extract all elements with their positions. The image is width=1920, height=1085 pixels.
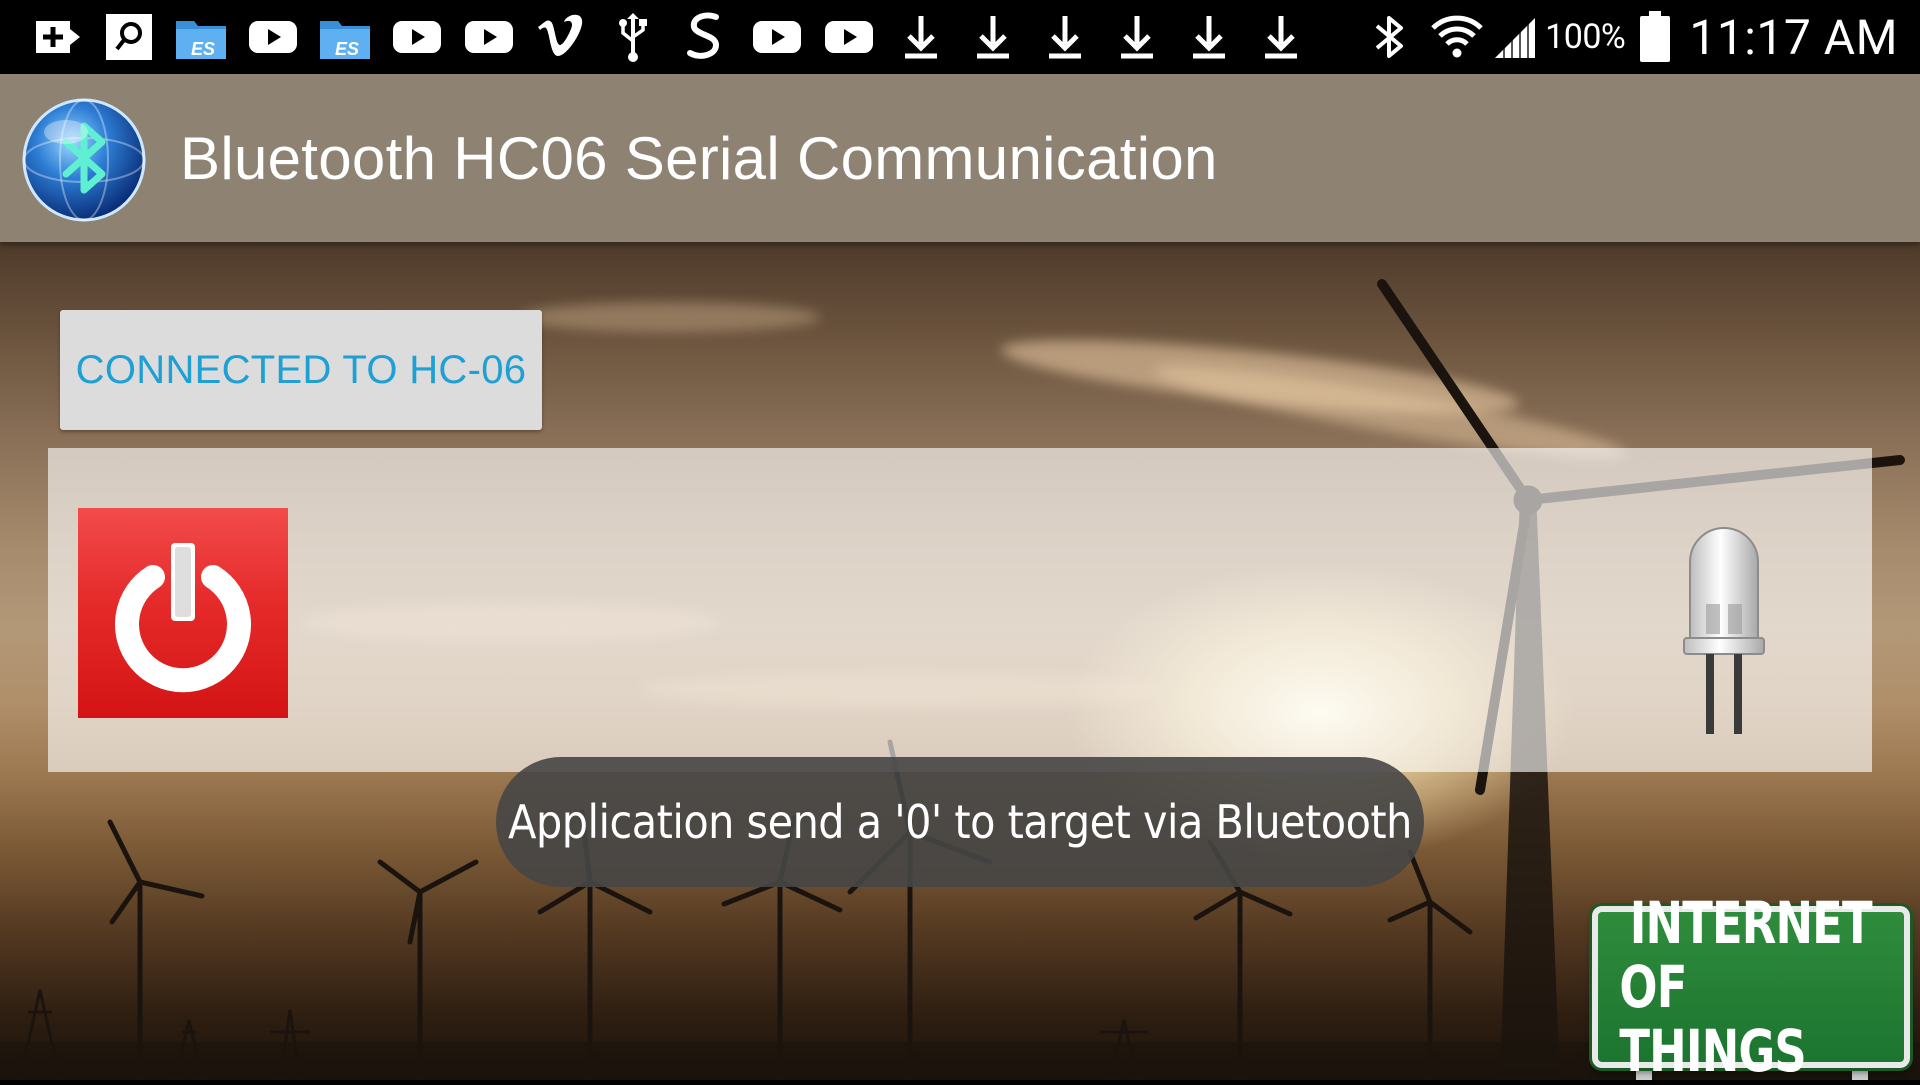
download-icon [1180, 14, 1238, 60]
youtube-icon [244, 14, 302, 60]
youtube-icon [388, 14, 446, 60]
battery-percent: 100% [1545, 17, 1626, 57]
youtube-icon [748, 14, 806, 60]
youtube-icon [460, 14, 518, 60]
es-file-explorer-icon: ES [172, 14, 230, 60]
swiftkey-icon [676, 12, 734, 60]
wifi-icon [1429, 14, 1485, 60]
vimeo-icon [532, 14, 590, 60]
bluetooth-icon [1371, 12, 1407, 62]
status-bar: ES ES 100% 11:17 AM [0, 0, 1920, 74]
add-box-icon [28, 14, 86, 60]
control-panel [48, 448, 1872, 772]
battery-icon [1639, 10, 1671, 64]
iot-road-sign: INTERNET OF THINGS [1592, 891, 1910, 1083]
notification-icons: ES ES [28, 0, 1324, 74]
system-status: 100% 11:17 AM [1371, 0, 1898, 74]
iot-sign-line1: INTERNET [1629, 889, 1873, 957]
svg-text:ES: ES [191, 39, 215, 59]
youtube-icon [820, 14, 878, 60]
download-icon [964, 14, 1022, 60]
iot-sign-line2: OF THINGS [1619, 953, 1806, 1085]
power-button[interactable] [78, 508, 288, 718]
led-bulb-icon [1676, 514, 1772, 740]
app-title: Bluetooth HC06 Serial Communication [180, 125, 1218, 192]
bluetooth-globe-icon[interactable] [20, 96, 148, 224]
toast-message: Application send a '0' to target via Blu… [496, 757, 1424, 887]
usb-icon [604, 13, 662, 62]
connection-status-button[interactable]: CONNECTED TO HC-06 [60, 310, 542, 430]
download-icon [1252, 14, 1310, 60]
es-file-explorer-icon: ES [316, 14, 374, 60]
clock: 11:17 AM [1689, 8, 1898, 66]
svg-text:ES: ES [335, 39, 359, 59]
download-icon [892, 14, 950, 60]
download-icon [1036, 14, 1094, 60]
action-bar: Bluetooth HC06 Serial Communication [0, 74, 1920, 242]
signal-icon [1491, 14, 1539, 60]
power-icon [103, 533, 263, 693]
search-box-icon [100, 14, 158, 60]
download-icon [1108, 14, 1166, 60]
